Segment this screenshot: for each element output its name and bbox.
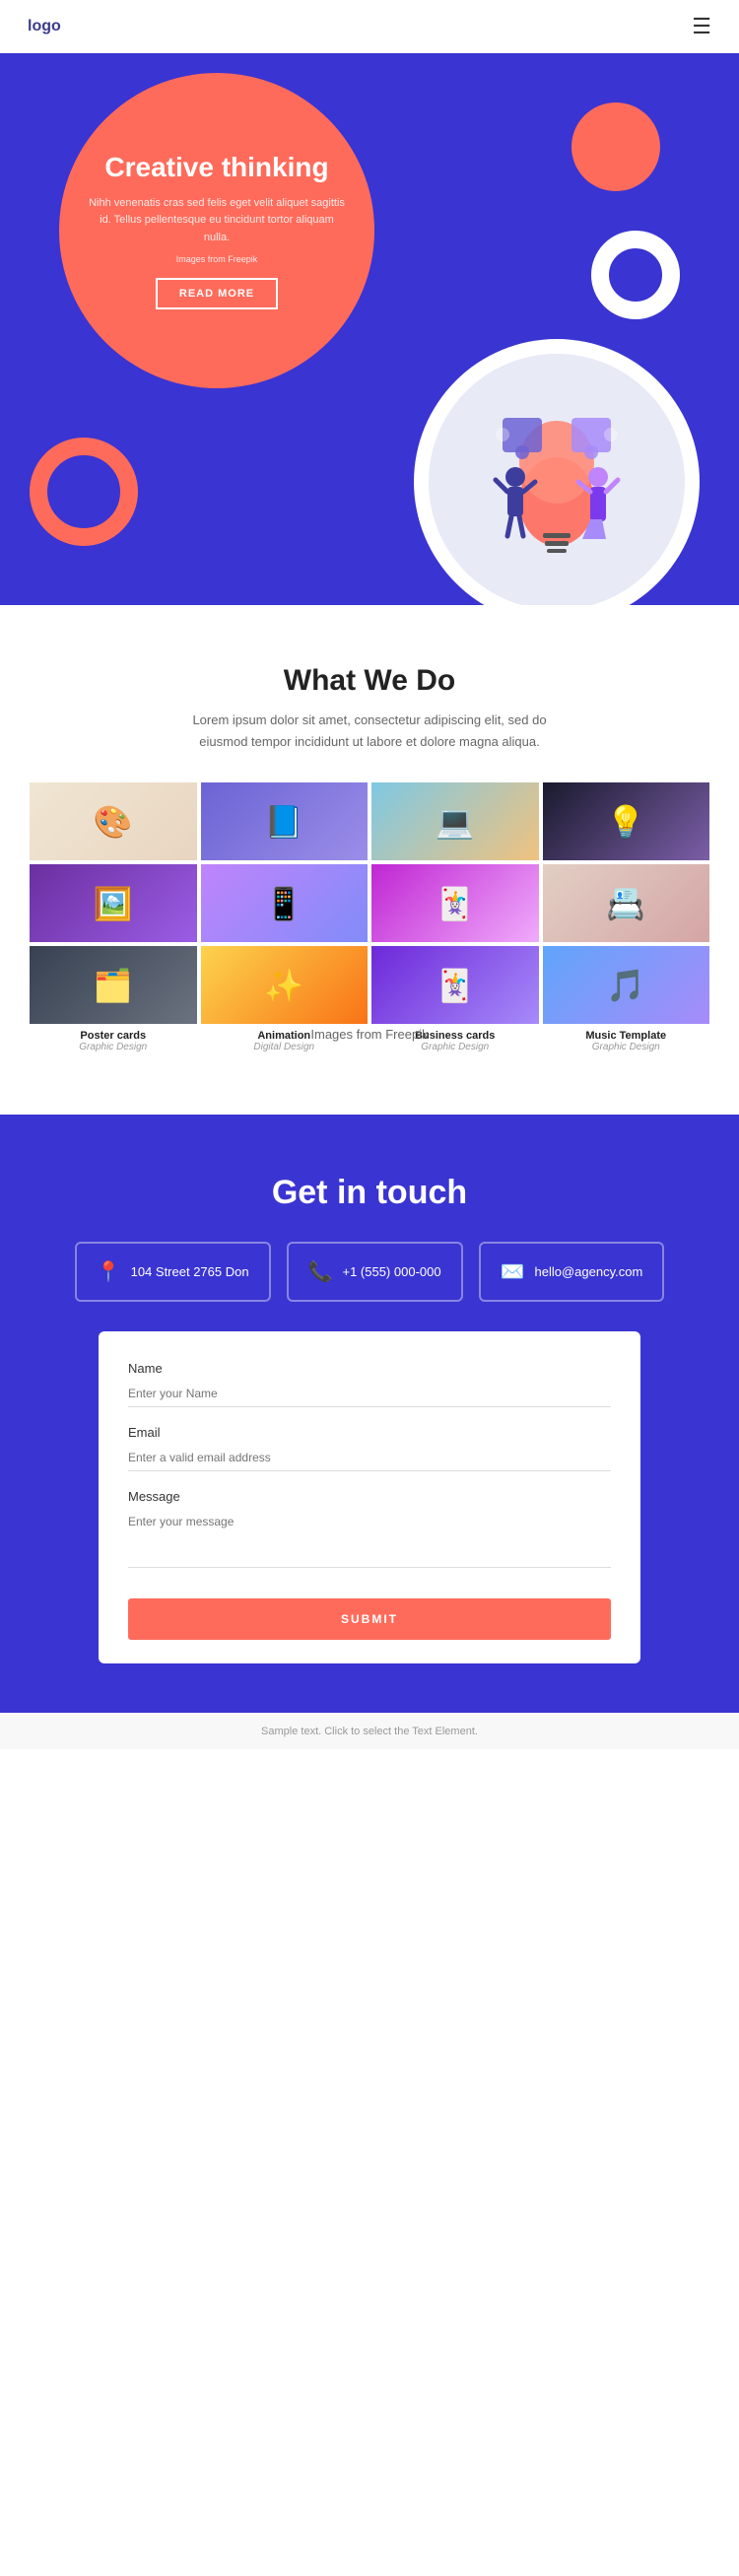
message-field-group: Message xyxy=(128,1489,611,1573)
footer: Sample text. Click to select the Text El… xyxy=(0,1713,739,1749)
name-label: Name xyxy=(128,1361,611,1376)
hero-inner-circle xyxy=(429,354,685,605)
portfolio-item[interactable]: 🖼️ Flyer design Graphic Design xyxy=(30,864,197,942)
contact-card: 📞 +1 (555) 000-000 xyxy=(287,1242,463,1302)
portfolio-thumbnail: 🖼️ xyxy=(30,864,197,942)
whatwedo-section: What We Do Lorem ipsum dolor sit amet, c… xyxy=(0,605,739,1115)
portfolio-title: Music Template xyxy=(547,1030,706,1042)
portfolio-thumbnail: 📘 xyxy=(201,782,369,860)
whatwedo-subtitle: Lorem ipsum dolor sit amet, consectetur … xyxy=(192,710,547,753)
contact-card-text: 104 Street 2765 Don xyxy=(131,1264,249,1279)
portfolio-thumbnail: 🗂️ xyxy=(30,946,197,1024)
message-input[interactable] xyxy=(128,1509,611,1568)
portfolio-thumbnail: 💻 xyxy=(371,782,539,860)
portfolio-grid: 🎨 A Corporate Identity Graphic Design 📘 … xyxy=(30,782,709,1024)
portfolio-thumbnail: 📇 xyxy=(543,864,710,942)
hero-img-credit: Images from Freepik xyxy=(176,254,258,264)
hero-illustration-container xyxy=(414,339,700,605)
portfolio-category: Graphic Design xyxy=(547,1042,706,1052)
contact-cards: 📍 104 Street 2765 Don 📞 +1 (555) 000-000… xyxy=(30,1242,709,1302)
portfolio-item[interactable]: 🎨 A Corporate Identity Graphic Design xyxy=(30,782,197,860)
contact-form: Name Email Message SUBMIT xyxy=(99,1331,640,1663)
portfolio-thumbnail: 💡 xyxy=(543,782,710,860)
contact-card: ✉️ hello@agency.com xyxy=(479,1242,665,1302)
contact-card-icon: 📞 xyxy=(308,1259,333,1284)
read-more-button[interactable]: READ MORE xyxy=(156,278,278,309)
hero-ring-red-decoration xyxy=(30,438,138,546)
portfolio-label: Music Template Graphic Design xyxy=(543,1024,710,1064)
hero-section: Creative thinking Nihh venenatis cras se… xyxy=(0,53,739,605)
portfolio-item[interactable]: 🗂️ Poster cards Graphic Design xyxy=(30,946,197,1024)
email-label: Email xyxy=(128,1425,611,1440)
portfolio-item[interactable]: 🎵 Music Template Graphic Design xyxy=(543,946,710,1024)
email-field-group: Email xyxy=(128,1425,611,1471)
message-label: Message xyxy=(128,1489,611,1504)
portfolio-item[interactable]: 📇 Business cards Graphic Design xyxy=(543,864,710,942)
navbar: logo ☰ xyxy=(0,0,739,53)
logo: logo xyxy=(28,18,61,35)
portfolio-label: Poster cards Graphic Design xyxy=(30,1024,197,1064)
contact-card: 📍 104 Street 2765 Don xyxy=(75,1242,271,1302)
portfolio-thumbnail: 🃏 xyxy=(371,946,539,1024)
portfolio-category: Graphic Design xyxy=(34,1042,193,1052)
footer-text: Sample text. Click to select the Text El… xyxy=(261,1726,478,1737)
name-input[interactable] xyxy=(128,1381,611,1407)
whatwedo-title: What We Do xyxy=(30,664,709,698)
email-input[interactable] xyxy=(128,1445,611,1471)
hero-ring-white-decoration xyxy=(591,231,680,319)
portfolio-title: Poster cards xyxy=(34,1030,193,1042)
hero-dot-decoration xyxy=(571,102,660,191)
name-field-group: Name xyxy=(128,1361,611,1407)
portfolio-item[interactable]: 💡 Lightboxes Graphic Design xyxy=(543,782,710,860)
hero-title: Creative thinking xyxy=(104,152,328,183)
contact-section: Get in touch 📍 104 Street 2765 Don 📞 +1 … xyxy=(0,1115,739,1713)
hero-body: Nihh venenatis cras sed felis eget velit… xyxy=(89,195,345,247)
portfolio-thumbnail: ✨ xyxy=(201,946,369,1024)
contact-card-icon: 📍 xyxy=(97,1259,121,1284)
contact-card-text: +1 (555) 000-000 xyxy=(342,1264,440,1279)
menu-icon[interactable]: ☰ xyxy=(692,14,711,39)
portfolio-item[interactable]: 🃏 Business cards Graphic Design xyxy=(371,864,539,942)
portfolio-item[interactable]: 📘 Brand Campaign Graphic Design xyxy=(201,782,369,860)
portfolio-item[interactable]: 📱 Applications Digital Design xyxy=(201,864,369,942)
contact-card-icon: ✉️ xyxy=(501,1259,525,1284)
contact-card-text: hello@agency.com xyxy=(535,1264,643,1279)
hero-main-circle: Creative thinking Nihh venenatis cras se… xyxy=(59,73,374,388)
contact-title: Get in touch xyxy=(30,1174,709,1212)
portfolio-thumbnail: 📱 xyxy=(201,864,369,942)
portfolio-thumbnail: 🃏 xyxy=(371,864,539,942)
portfolio-thumbnail: 🎨 xyxy=(30,782,197,860)
portfolio-item[interactable]: ✨ Animation Digital Design xyxy=(201,946,369,1024)
portfolio-thumbnail: 🎵 xyxy=(543,946,710,1024)
portfolio-item[interactable]: 🃏 Business cards Graphic Design xyxy=(371,946,539,1024)
portfolio-item[interactable]: 💻 Web Design Website Graphic Design xyxy=(371,782,539,860)
submit-button[interactable]: SUBMIT xyxy=(128,1598,611,1640)
